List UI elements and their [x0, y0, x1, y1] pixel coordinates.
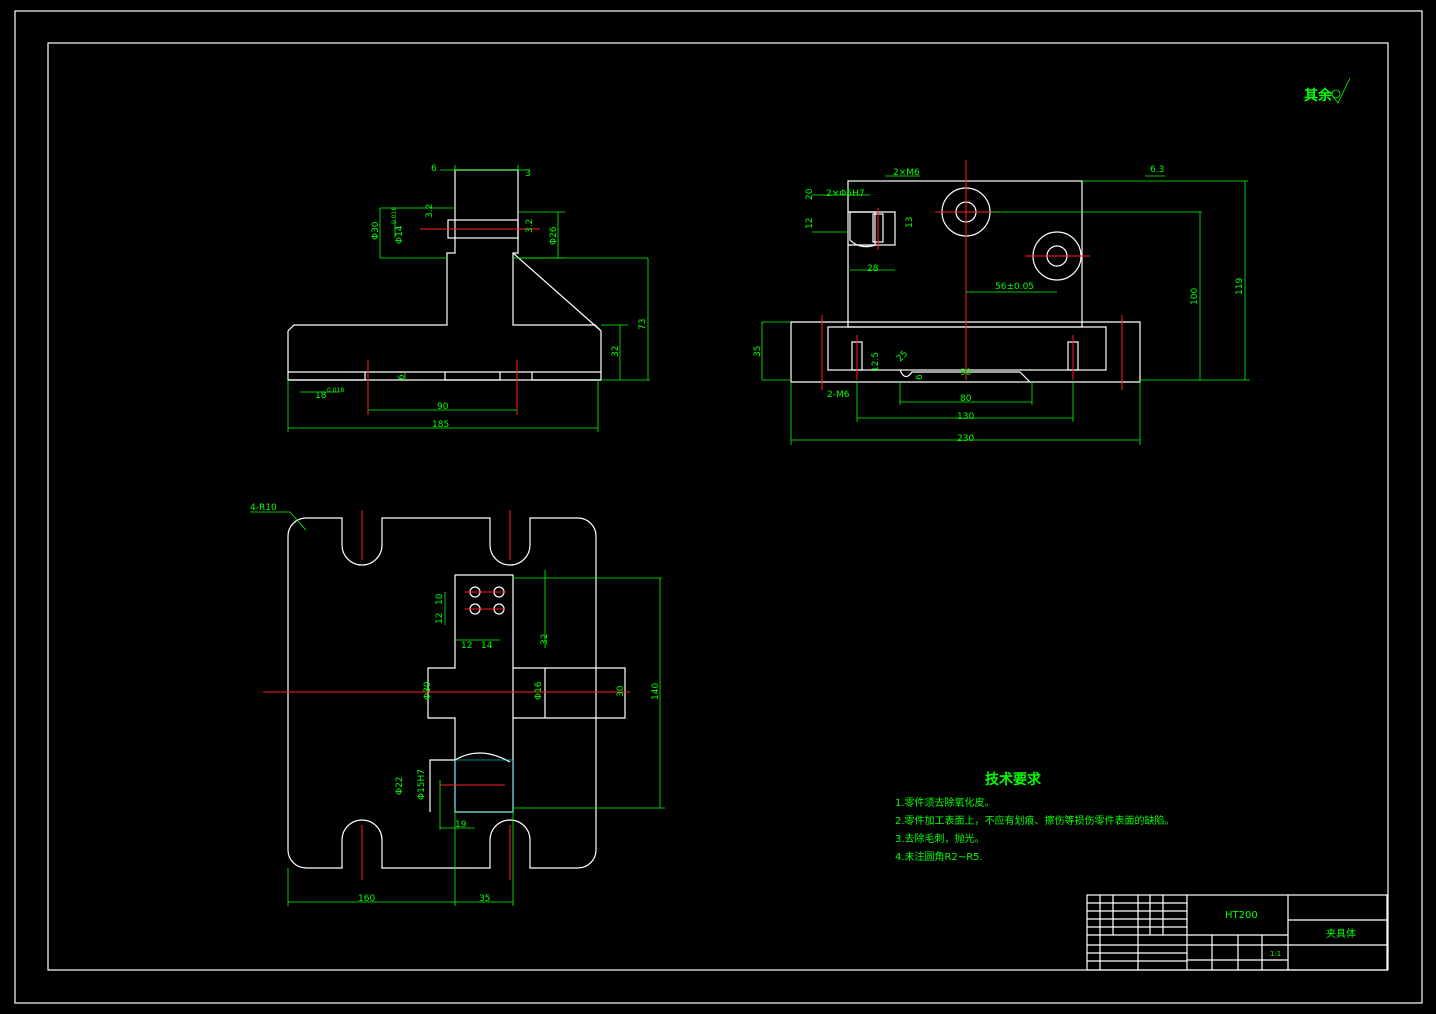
top-dim-text: 30	[616, 685, 626, 697]
front-dim-text: 0.016	[391, 207, 398, 224]
front-dim-text: Φ30	[371, 221, 381, 240]
top-dim-text: 35	[479, 894, 490, 904]
top-dim-text: 12	[461, 641, 472, 651]
front-dim-text: 3.2	[425, 204, 435, 218]
front-section-view: 6 3 Φ30 Φ14 0.016 3.2 3.2 Φ26 73 32 6 18…	[287, 164, 650, 432]
side-dim-text: 6.3	[1150, 165, 1164, 175]
tech-req-title: 技术要求	[985, 771, 1042, 788]
scale-text: 1:1	[1270, 950, 1281, 958]
top-dim-text: 12	[435, 613, 445, 624]
outer-border	[14, 10, 1423, 1004]
side-dim-text: 100	[1190, 288, 1200, 305]
side-dim-text: 13	[905, 217, 915, 228]
technical-requirements: 技术要求 1.零件须去除氧化皮。 2.零件加工表面上，不应有划痕、擦伤等损伤零件…	[895, 771, 1175, 863]
side-dim-text: 35	[753, 346, 763, 357]
tech-req-item: 1.零件须去除氧化皮。	[895, 796, 995, 809]
top-dim-text: 4-R10	[250, 503, 277, 513]
inner-border	[47, 42, 1389, 971]
front-dim-text: 185	[432, 420, 449, 430]
side-dim-text: 20	[805, 188, 815, 200]
front-dim-text: Φ14	[395, 225, 405, 244]
material-text: HT200	[1225, 910, 1258, 921]
tech-req-item: 2.零件加工表面上，不应有划痕、擦伤等损伤零件表面的缺陷。	[895, 814, 1175, 827]
side-dim-text: 90	[960, 368, 972, 378]
front-dim-text: 6	[397, 374, 407, 380]
top-base-outline	[287, 517, 597, 869]
side-dim-text: 25	[895, 349, 910, 364]
side-dim-text: 12.5	[871, 352, 881, 372]
top-dim-text: 14	[481, 641, 493, 651]
front-dim-text: 90	[437, 402, 449, 412]
drawing-sheet: 其余 6 3 Φ30 Φ14 0.016 3.2 3.2 Φ26 73 32 6…	[14, 10, 1423, 1004]
top-dim-text: 10	[435, 593, 445, 605]
front-dim-text: 0.018	[327, 387, 344, 394]
top-dim-text: Φ22	[395, 776, 405, 795]
front-dim-text: Φ26	[549, 226, 559, 245]
top-dim-text: 140	[651, 683, 661, 700]
side-dim-text: 80	[960, 394, 972, 404]
top-dim-text: 19	[455, 820, 467, 830]
surface-note-text: 其余	[1304, 87, 1333, 104]
side-dim-text: 119	[1235, 278, 1245, 295]
front-body-section	[287, 169, 602, 373]
side-section-view: 2×M6 2×Φ5H7 20 12 13 28 56±0.05 100 119 …	[753, 160, 1250, 445]
front-dim-text: 32	[611, 346, 621, 357]
side-dim-text: 2-M6	[827, 390, 850, 400]
title-block: HT200 夹具体 1:1	[1086, 894, 1388, 971]
top-dim-text: Φ16	[534, 681, 544, 700]
top-dim-text: Φ15H7	[417, 769, 427, 800]
side-dim-text: 6	[915, 374, 925, 380]
front-dim-text: 73	[638, 319, 648, 330]
part-name-text: 夹具体	[1326, 927, 1356, 940]
tech-req-item: 4.未注圆角R2~R5.	[895, 850, 983, 863]
side-dim-text: 130	[957, 412, 974, 422]
top-dim-text: Φ30	[423, 681, 433, 700]
side-dim-text: 28	[867, 264, 879, 274]
side-dim-text: 56±0.05	[995, 282, 1034, 292]
tech-req-item: 3.去除毛刺，抛光。	[895, 832, 985, 845]
side-dim-text: 12	[805, 218, 815, 229]
front-dim-text: 3	[525, 169, 531, 179]
front-dim-text: 3.2	[525, 219, 535, 233]
top-plan-view: 4-R10 10 12 12 14 32 Φ30 Φ16 30 140 Φ22 …	[250, 503, 665, 906]
side-dim-text: 230	[957, 434, 974, 444]
top-dim-text: 160	[358, 894, 375, 904]
surface-roughness-note: 其余	[1304, 77, 1351, 104]
top-dim-text: 32	[540, 634, 550, 645]
side-dim-text: 2×Φ5H7	[826, 189, 865, 199]
side-dim-text: 2×M6	[893, 168, 920, 178]
front-dim-text: 6	[431, 164, 437, 174]
front-dim-text: 18	[315, 391, 327, 401]
